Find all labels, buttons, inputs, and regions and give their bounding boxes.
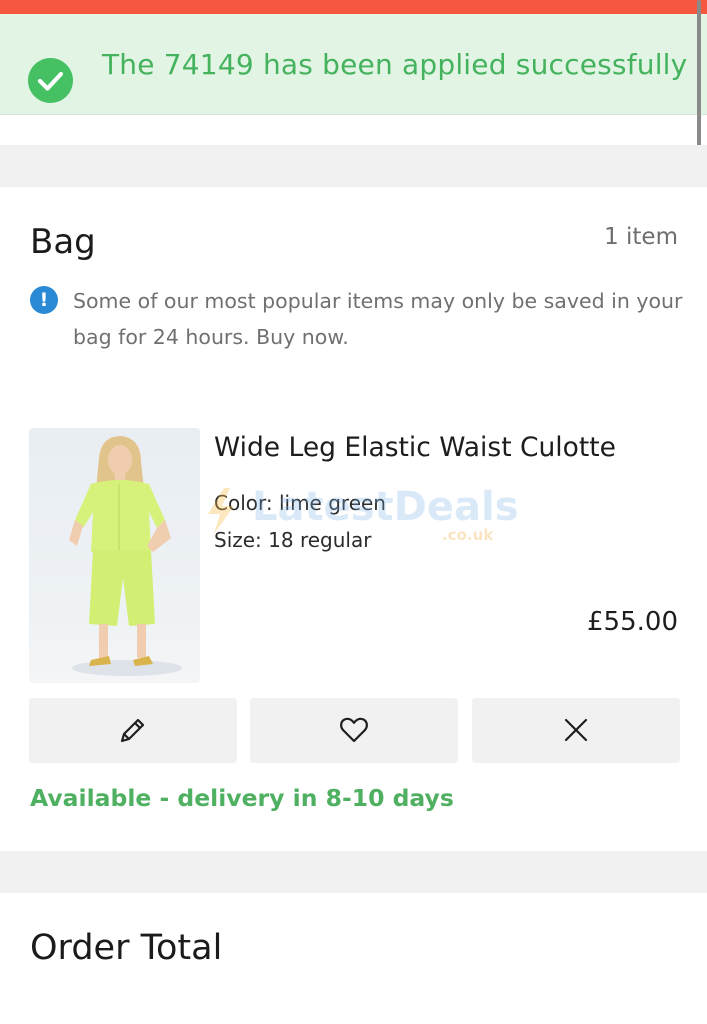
scrollbar-thumb[interactable] [697,0,701,156]
order-total-title: Order Total [30,928,223,968]
product-color: Color: lime green [214,491,386,515]
product-name[interactable]: Wide Leg Elastic Waist Culotte [214,432,616,463]
product-image[interactable] [29,428,200,683]
product-photo-figure [69,436,182,676]
heart-icon [340,717,368,743]
save-to-wishlist-button[interactable] [250,698,458,763]
edit-item-button[interactable] [29,698,237,763]
success-toast: The 74149 has been applied successfully [0,14,707,115]
section-divider [0,851,707,893]
bag-title: Bag [30,222,96,262]
product-size: Size: 18 regular [214,528,372,552]
top-accent-bar [0,0,707,14]
bag-item-count: 1 item [604,224,678,250]
toast-message: The 74149 has been applied successfully [102,48,688,81]
close-icon [564,718,588,742]
product-price: £55.00 [587,607,678,637]
watermark-domain: .co.uk [442,526,494,544]
info-icon: ! [30,286,58,314]
remove-item-button[interactable] [472,698,680,763]
bag-notice: Some of our most popular items may only … [73,289,683,349]
section-divider [0,145,707,187]
availability-status: Available - delivery in 8-10 days [30,784,454,812]
check-circle-icon [28,58,73,103]
pencil-icon [120,718,145,743]
